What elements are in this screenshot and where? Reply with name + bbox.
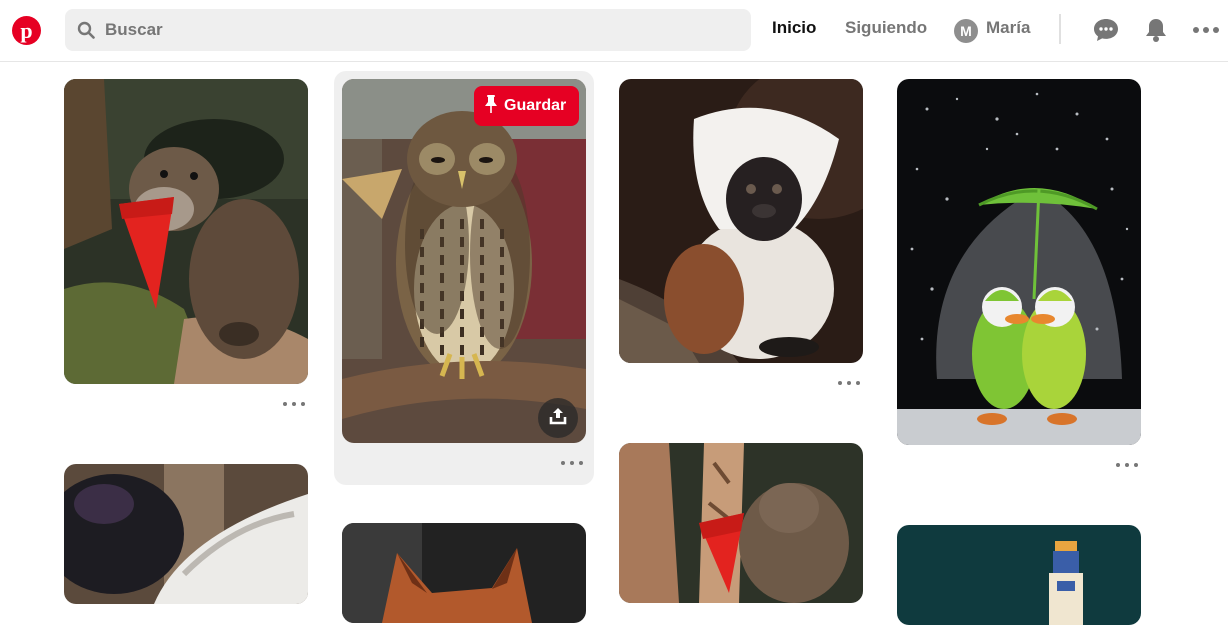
pin-otter-red-cup[interactable] bbox=[619, 443, 863, 603]
share-button[interactable] bbox=[538, 398, 578, 438]
pin-image-tamarin bbox=[619, 79, 863, 363]
search-input[interactable] bbox=[105, 20, 705, 40]
pin-owl[interactable] bbox=[342, 79, 586, 443]
pin-bottle[interactable] bbox=[897, 525, 1141, 625]
pin-image-bottle bbox=[897, 525, 1141, 625]
pin-more-options-button[interactable] bbox=[283, 399, 305, 409]
share-upload-icon bbox=[548, 406, 568, 431]
nav-following[interactable]: Siguiendo bbox=[845, 18, 927, 38]
user-name-link[interactable]: María bbox=[986, 18, 1030, 38]
top-bar: p Inicio Siguiendo M María bbox=[0, 0, 1228, 62]
save-button-label: Guardar bbox=[504, 97, 567, 114]
messages-icon[interactable] bbox=[1092, 17, 1120, 43]
more-options-icon[interactable] bbox=[1192, 22, 1220, 38]
avatar[interactable]: M bbox=[954, 19, 978, 43]
pin-more-options-button[interactable] bbox=[561, 458, 583, 468]
pin-image-otter bbox=[64, 79, 308, 384]
pin-image-ducks bbox=[897, 79, 1141, 445]
pin-bird[interactable] bbox=[64, 464, 308, 604]
pin-fox[interactable] bbox=[342, 523, 586, 623]
search-bar[interactable] bbox=[65, 9, 751, 51]
save-pin-button[interactable]: Guardar bbox=[474, 86, 579, 126]
pinterest-logo-icon[interactable]: p bbox=[12, 16, 41, 45]
svg-text:p: p bbox=[20, 18, 32, 43]
notifications-bell-icon[interactable] bbox=[1144, 17, 1168, 43]
header-divider bbox=[1059, 14, 1061, 44]
pin-more-options-button[interactable] bbox=[838, 378, 860, 388]
search-icon bbox=[65, 21, 101, 39]
pin-otter-ice-cream[interactable] bbox=[64, 79, 308, 384]
pin-more-options-button[interactable] bbox=[1116, 460, 1138, 470]
pin-tamarin[interactable] bbox=[619, 79, 863, 363]
pin-ducks-umbrella[interactable] bbox=[897, 79, 1141, 445]
nav-home[interactable]: Inicio bbox=[772, 18, 816, 38]
pin-image-bird bbox=[64, 464, 308, 604]
pin-image-otter-cup bbox=[619, 443, 863, 603]
pushpin-icon bbox=[484, 94, 498, 119]
pin-image-fox bbox=[342, 523, 586, 623]
pin-image-owl bbox=[342, 79, 586, 443]
